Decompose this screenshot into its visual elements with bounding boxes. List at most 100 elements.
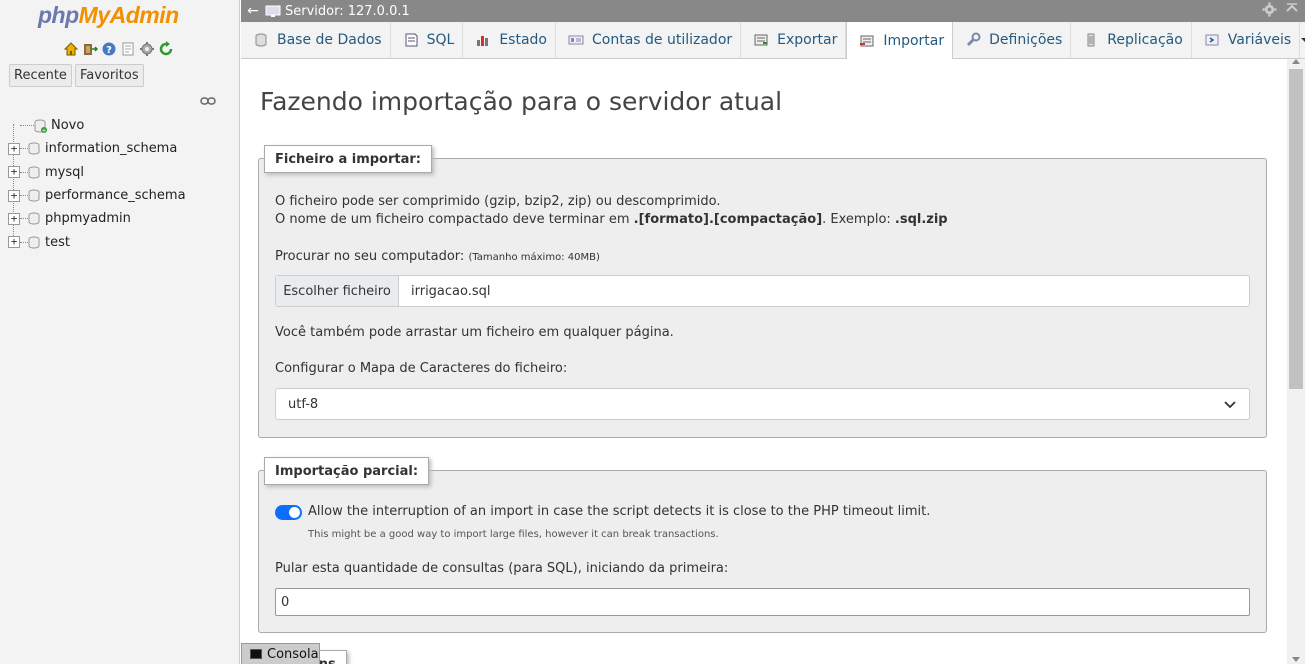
tree-item-label[interactable]: mysql — [45, 165, 84, 180]
database-icon — [28, 142, 40, 155]
expand-icon[interactable]: + — [8, 189, 20, 202]
tree-item-information-schema[interactable]: + information_schema — [8, 137, 186, 160]
scroll-down-icon[interactable] — [1292, 657, 1300, 662]
exit-icon[interactable] — [81, 40, 98, 57]
page-scrollbar[interactable] — [1287, 59, 1305, 664]
max-size-label: (Tamanho máximo: 40MB) — [468, 252, 600, 263]
more-menu-button[interactable] — [1300, 22, 1305, 58]
tree-item-mysql[interactable]: + mysql — [8, 161, 186, 184]
svg-text:+: + — [41, 128, 46, 134]
collapse-icon[interactable] — [1285, 2, 1299, 21]
scroll-up-icon[interactable] — [1292, 59, 1300, 64]
tab-label: SQL — [426, 32, 455, 48]
choose-file-button[interactable]: Escolher ficheiro — [276, 276, 399, 306]
users-icon — [568, 32, 584, 48]
tab-export[interactable]: Exportar — [741, 22, 847, 58]
charset-select[interactable]: utf-8 — [275, 388, 1250, 420]
link-icon[interactable] — [200, 95, 216, 105]
allow-interrupt-label[interactable]: Allow the interruption of an import in c… — [308, 504, 930, 519]
tree-item-label[interactable]: Novo — [51, 118, 84, 133]
wrench-icon — [965, 32, 981, 48]
status-icon — [475, 32, 491, 48]
sql-icon — [403, 32, 419, 48]
help-icon[interactable]: ? — [100, 40, 117, 57]
charset-selected-value: utf-8 — [288, 396, 319, 412]
console-toggle[interactable]: Consola — [241, 643, 320, 664]
selected-file-name: irrigacao.sql — [411, 283, 491, 299]
file-import-legend: Ficheiro a importar: — [264, 145, 432, 173]
gear-icon[interactable] — [1262, 2, 1277, 21]
database-icon — [28, 189, 40, 202]
tab-sql[interactable]: SQL — [391, 22, 464, 58]
svg-text:?: ? — [106, 45, 112, 56]
quick-links: ? — [62, 40, 174, 57]
settings-icon[interactable] — [138, 40, 155, 57]
tree-item-label[interactable]: performance_schema — [45, 188, 186, 203]
console-icon — [250, 649, 262, 659]
allow-interrupt-note: This might be a good way to import large… — [308, 529, 719, 540]
scrollbar-thumb[interactable] — [1289, 69, 1303, 389]
tab-databases[interactable]: Base de Dados — [241, 22, 391, 58]
expand-icon[interactable]: + — [8, 212, 20, 225]
allow-interrupt-toggle[interactable] — [275, 505, 302, 520]
tree-item-performance-schema[interactable]: + performance_schema — [8, 184, 186, 207]
tree-item-new[interactable]: + Novo — [8, 114, 186, 137]
tab-user-accounts[interactable]: Contas de utilizador — [556, 22, 742, 58]
toggle-knob — [289, 507, 300, 518]
file-input[interactable]: Escolher ficheiro irrigacao.sql — [275, 275, 1250, 307]
variables-icon — [1204, 32, 1220, 48]
reload-icon[interactable] — [157, 40, 174, 57]
expand-icon[interactable]: + — [8, 166, 20, 179]
tab-label: Variáveis — [1227, 32, 1292, 48]
partial-import-legend: Importação parcial: — [264, 457, 430, 485]
server-label[interactable]: Servidor: 127.0.0.1 — [285, 4, 410, 19]
tree-item-label[interactable]: phpmyadmin — [45, 211, 131, 226]
collapse-nav-arrow[interactable]: ← — [241, 3, 265, 19]
database-icon — [28, 166, 40, 179]
tab-variables[interactable]: Variáveis — [1192, 22, 1301, 58]
tab-label: Contas de utilizador — [592, 32, 733, 48]
navigation-panel: phpMyAdmin ? Recente Favoritos + Novo + … — [0, 0, 240, 664]
tree-item-label[interactable]: test — [45, 235, 70, 250]
tab-settings[interactable]: Definições — [953, 22, 1072, 58]
database-tree: + Novo + information_schema + mysql + pe… — [8, 114, 186, 254]
database-icon — [253, 32, 269, 48]
tab-label: Definições — [989, 32, 1063, 48]
export-icon — [753, 32, 769, 48]
file-import-fieldset: Ficheiro a importar: O ficheiro pode ser… — [258, 145, 1267, 438]
compression-naming-info: O nome de um ficheiro compactado deve te… — [275, 212, 948, 227]
new-database-icon: + — [34, 119, 47, 135]
tab-import[interactable]: Importar — [846, 22, 954, 59]
compression-info: O ficheiro pode ser comprimido (gzip, bz… — [275, 194, 721, 209]
import-icon — [859, 33, 875, 49]
drag-drop-hint: Você também pode arrastar um ficheiro em… — [275, 325, 674, 340]
tab-label: Importar — [883, 32, 945, 49]
page-title: Fazendo importação para o servidor atual — [260, 87, 783, 116]
home-icon[interactable] — [62, 40, 79, 57]
partial-import-fieldset: Importação parcial: Allow the interrupti… — [258, 457, 1267, 633]
top-right-icons — [1262, 2, 1299, 21]
browse-label: Procurar no seu computador: (Tamanho máx… — [275, 249, 600, 264]
tab-recent[interactable]: Recente — [9, 64, 72, 87]
chevron-down-icon — [1223, 397, 1237, 411]
chevron-down-icon — [1300, 34, 1305, 47]
expand-icon[interactable]: + — [8, 142, 20, 155]
expand-icon[interactable]: + — [8, 236, 20, 249]
docs-icon[interactable] — [119, 40, 136, 57]
tab-status[interactable]: Estado — [463, 22, 556, 58]
nav-tabs: Recente Favoritos — [9, 64, 144, 87]
tab-favorites[interactable]: Favoritos — [74, 64, 144, 87]
main-content: Fazendo importação para o servidor atual… — [241, 59, 1287, 664]
tree-item-label[interactable]: information_schema — [45, 141, 177, 156]
phpmyadmin-logo[interactable]: phpMyAdmin — [38, 2, 179, 29]
tree-item-phpmyadmin[interactable]: + phpmyadmin — [8, 207, 186, 230]
skip-queries-input[interactable]: 0 — [275, 588, 1250, 616]
charset-label: Configurar o Mapa de Caracteres do fiche… — [275, 361, 568, 376]
console-label: Consola — [267, 646, 319, 662]
tab-replication[interactable]: Replicação — [1071, 22, 1192, 58]
skip-queries-label: Pular esta quantidade de consultas (para… — [275, 561, 729, 576]
main-menu: Base de Dados SQL Estado Contas de utili… — [241, 22, 1305, 59]
database-icon — [28, 212, 40, 225]
tree-item-test[interactable]: + test — [8, 230, 186, 253]
replication-icon — [1083, 32, 1099, 48]
